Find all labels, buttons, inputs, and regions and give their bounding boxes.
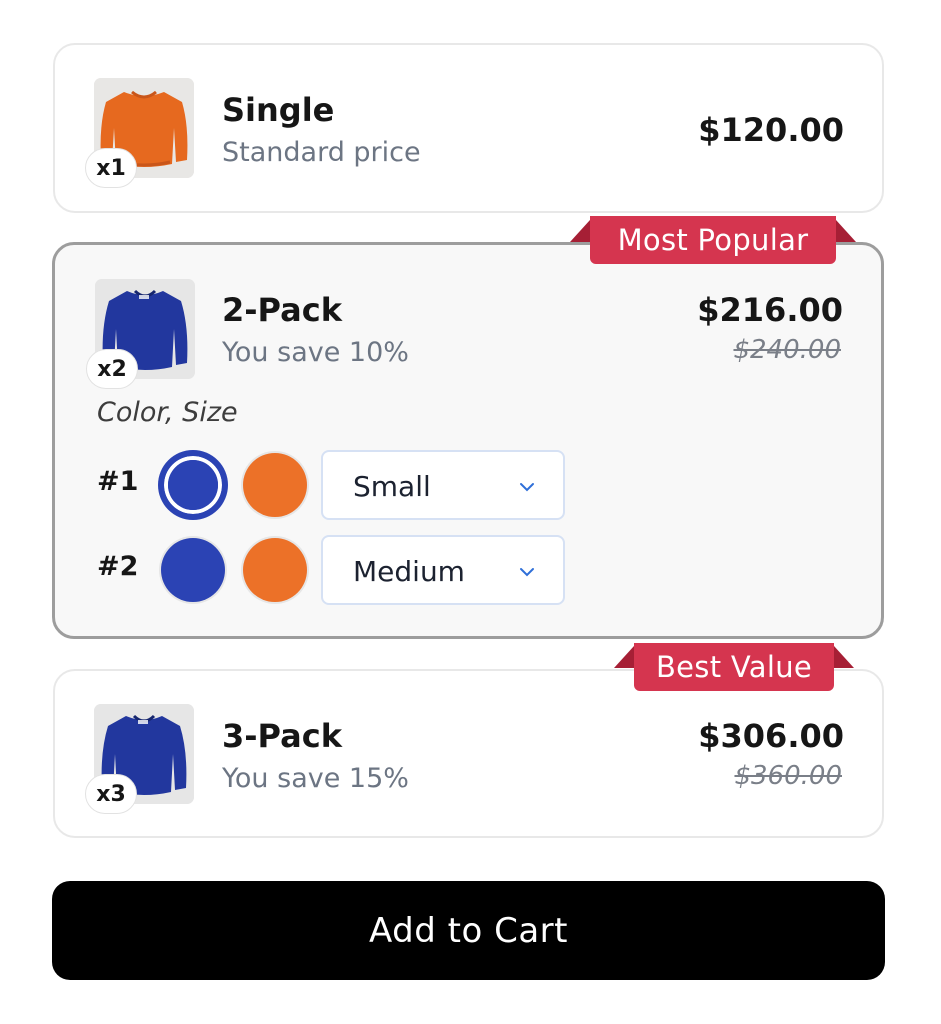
color-swatch-blue[interactable] [161,538,225,602]
size-select[interactable]: Small [321,450,565,520]
bundle-option-single[interactable]: x1 Single Standard price $120.00 [53,43,884,213]
size-select-value: Small [353,470,431,503]
ribbon-fold-left [614,646,634,668]
size-select-value: Medium [353,555,465,588]
best-value-ribbon: Best Value [634,643,834,691]
quantity-badge: x1 [85,148,137,188]
add-to-cart-button[interactable]: Add to Cart [52,881,885,980]
ribbon-fold-right [836,220,856,242]
most-popular-ribbon: Most Popular [590,216,836,264]
variant-row-number: #1 [97,466,139,497]
bundle-selector: x1 Single Standard price $120.00 Most Po… [0,0,941,1024]
ribbon-fold-left [570,220,590,242]
bundle-price: $120.00 [698,111,844,149]
chevron-down-icon [520,483,534,492]
product-thumbnail: x1 [85,78,194,188]
color-swatch-orange[interactable] [243,538,307,602]
bundle-compare-price: $360.00 [734,761,842,791]
variant-label: Color, Size [97,397,238,428]
quantity-badge: x3 [85,774,137,814]
bundle-option-3-pack[interactable]: x3 3-Pack You save 15% $306.00 $360.00 [53,669,884,838]
bundle-price: $216.00 [697,291,843,329]
bundle-subtitle: You save 15% [222,763,409,794]
color-swatch-blue[interactable] [161,453,225,517]
bundle-subtitle: Standard price [222,137,421,168]
bundle-title: 2-Pack [222,291,342,329]
variant-row-1: #1 Small [97,448,597,520]
bundle-option-2-pack[interactable]: x2 2-Pack You save 10% $216.00 $240.00 C… [52,242,884,639]
variant-row-number: #2 [97,551,139,582]
ribbon-fold-right [834,646,854,668]
bundle-compare-price: $240.00 [733,335,841,365]
product-thumbnail: x3 [85,704,194,814]
quantity-badge: x2 [86,349,138,389]
bundle-title: Single [222,91,335,129]
product-thumbnail: x2 [86,279,195,389]
variant-row-2: #2 Medium [97,533,597,605]
bundle-title: 3-Pack [222,717,342,755]
color-swatch-orange[interactable] [243,453,307,517]
bundle-subtitle: You save 10% [222,337,409,368]
bundle-price: $306.00 [698,717,844,755]
chevron-down-icon [520,568,534,577]
size-select[interactable]: Medium [321,535,565,605]
